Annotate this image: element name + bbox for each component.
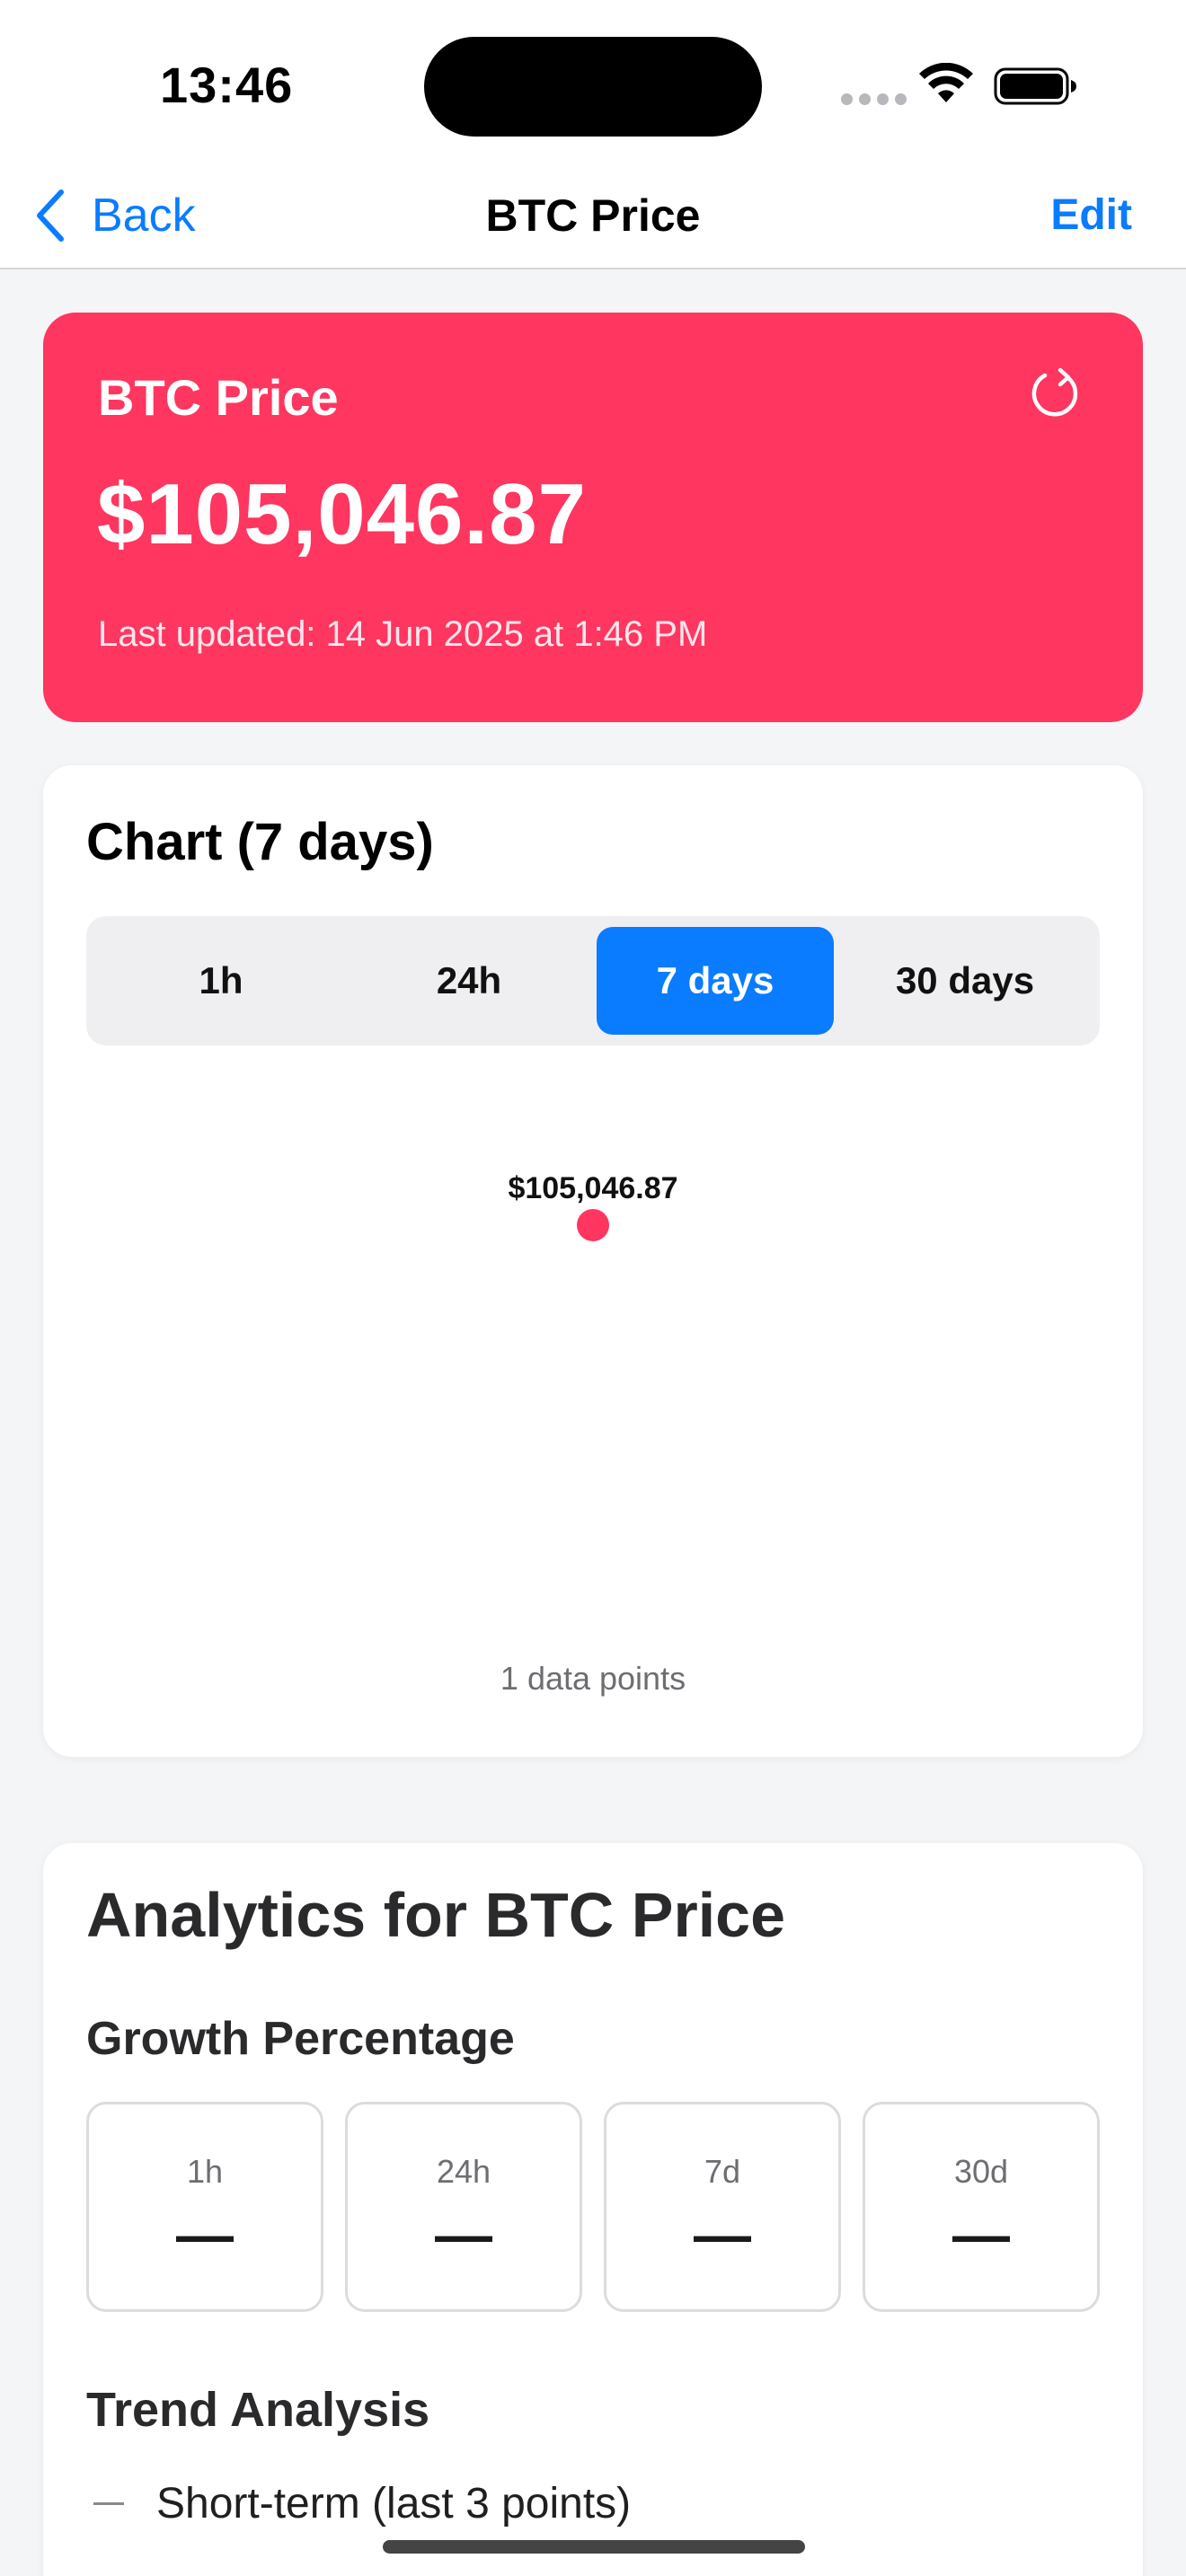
growth-value: — <box>694 2202 751 2267</box>
price-title: BTC Price <box>98 369 339 426</box>
data-points-count: 1 data points <box>500 1660 686 1697</box>
segment-30-days[interactable]: 30 days <box>841 927 1089 1035</box>
last-updated-text: Last updated: 14 Jun 2025 at 1:46 PM <box>98 614 708 654</box>
growth-box-24h: 24h — <box>345 2102 582 2312</box>
segment-24h[interactable]: 24h <box>345 927 593 1035</box>
home-indicator[interactable] <box>383 2540 805 2554</box>
trend-item-short-term: Short-term (last 3 points) <box>93 2479 631 2528</box>
growth-box-1h: 1h — <box>86 2102 323 2312</box>
segment-7-days[interactable]: 7 days <box>597 927 834 1035</box>
edit-button[interactable]: Edit <box>1050 183 1132 248</box>
dash-icon <box>93 2502 124 2505</box>
growth-label: 1h <box>186 2153 224 2190</box>
trend-heading: Trend Analysis <box>86 2383 430 2437</box>
growth-value: — <box>435 2202 492 2267</box>
growth-label: 7d <box>704 2153 741 2190</box>
trend-item-label: Short-term (last 3 points) <box>156 2480 632 2527</box>
growth-box-7d: 7d — <box>604 2102 841 2312</box>
battery-icon <box>994 67 1076 105</box>
growth-value: — <box>952 2202 1010 2267</box>
growth-label: 24h <box>436 2153 491 2190</box>
chart-svg: $105,046.87 <box>508 1171 678 1241</box>
time-range-selector: 1h 24h 7 days 30 days <box>86 916 1100 1045</box>
analytics-title: Analytics for BTC Price <box>86 1880 785 1950</box>
growth-box-30d: 30d — <box>863 2102 1100 2312</box>
dynamic-island <box>424 37 762 137</box>
page-title: BTC Price <box>485 190 701 241</box>
refresh-icon[interactable] <box>1026 365 1084 422</box>
analytics-card: Analytics for BTC Price Growth Percentag… <box>43 1843 1143 2576</box>
growth-label: 30d <box>953 2153 1009 2190</box>
chart-title: Chart (7 days) <box>86 813 434 871</box>
chart-point <box>577 1209 609 1241</box>
chart-point-label: $105,046.87 <box>508 1171 677 1205</box>
growth-heading: Growth Percentage <box>86 2013 515 2065</box>
price-chart: $105,046.87 <box>86 1071 1100 1628</box>
price-card: BTC Price $105,046.87 Last updated: 14 J… <box>43 313 1143 722</box>
growth-value: — <box>176 2202 234 2267</box>
price-value: $105,046.87 <box>97 466 587 562</box>
screen: 13:46 Back BTC Price Edit BTC Price $105… <box>0 0 1186 2576</box>
cellular-signal-icon <box>841 93 907 105</box>
navigation-bar: Back BTC Price Edit <box>0 162 1186 269</box>
status-bar: 13:46 <box>0 0 1186 162</box>
segment-1h[interactable]: 1h <box>97 927 345 1035</box>
chart-card: Chart (7 days) 1h 24h 7 days 30 days $10… <box>43 765 1143 1757</box>
status-time: 13:46 <box>160 57 294 113</box>
wifi-icon <box>919 63 973 102</box>
